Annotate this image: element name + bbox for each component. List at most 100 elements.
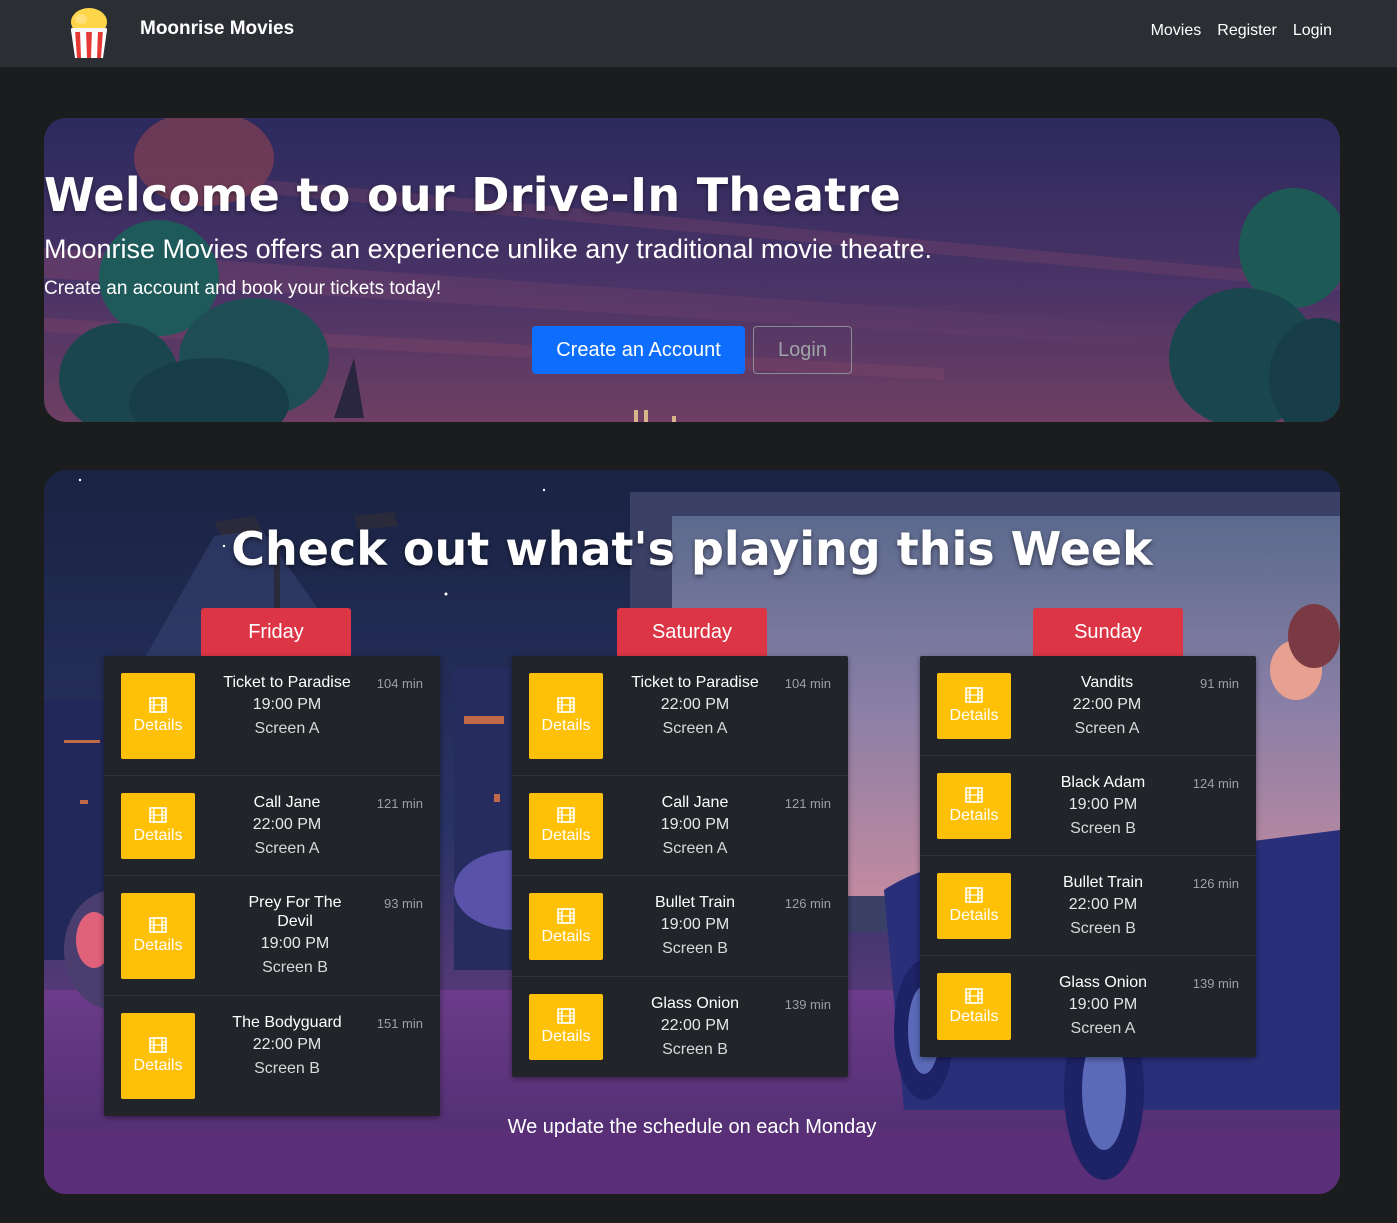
- nav-register-link[interactable]: Register: [1217, 22, 1277, 40]
- hero-tagline: Create an account and book your tickets …: [44, 278, 442, 299]
- movie-info: Prey For The Devil 19:00 PM Screen B: [230, 893, 360, 979]
- details-button[interactable]: Details: [121, 793, 195, 859]
- film-icon: [965, 987, 983, 1004]
- popcorn-icon[interactable]: [66, 6, 112, 60]
- movie-row: Details Bullet Train 22:00 PM Screen B 1…: [920, 856, 1256, 956]
- film-icon: [149, 697, 167, 713]
- brand-name[interactable]: Moonrise Movies: [140, 18, 294, 40]
- movie-title: Black Adam: [1060, 774, 1146, 791]
- movie-title: The Bodyguard: [232, 1014, 342, 1031]
- movie-title: Vandits: [1080, 674, 1134, 691]
- details-label: Details: [133, 937, 183, 954]
- details-label: Details: [541, 827, 591, 844]
- movie-row: Details Glass Onion 19:00 PM Screen A 13…: [920, 956, 1256, 1057]
- details-button[interactable]: Details: [529, 673, 603, 759]
- details-button[interactable]: Details: [937, 973, 1011, 1040]
- movie-time: 19:00 PM: [1068, 796, 1138, 813]
- hero-login-button[interactable]: Login: [753, 326, 852, 374]
- movie-title: Glass Onion: [650, 995, 740, 1012]
- movie-title: Prey For The Devil: [248, 894, 342, 930]
- movie-time: 22:00 PM: [660, 696, 730, 713]
- details-button[interactable]: Details: [529, 994, 603, 1060]
- film-icon: [149, 1037, 167, 1053]
- movie-screen: Screen A: [1074, 720, 1140, 737]
- movie-screen: Screen B: [662, 1041, 728, 1058]
- movie-info: Bullet Train 19:00 PM Screen B: [630, 893, 760, 960]
- details-label: Details: [949, 907, 999, 924]
- details-button[interactable]: Details: [937, 873, 1011, 939]
- film-icon: [557, 1008, 575, 1024]
- details-button[interactable]: Details: [937, 673, 1011, 739]
- movie-duration: 104 min: [784, 676, 831, 691]
- movie-screen: Screen B: [262, 959, 328, 976]
- movie-time: 19:00 PM: [660, 816, 730, 833]
- create-account-button[interactable]: Create an Account: [532, 326, 745, 374]
- movie-screen: Screen B: [1070, 820, 1136, 837]
- details-label: Details: [541, 1028, 591, 1045]
- details-label: Details: [949, 1007, 999, 1025]
- details-button[interactable]: Details: [121, 1013, 195, 1099]
- movie-row: Details The Bodyguard 22:00 PM Screen B …: [104, 996, 440, 1116]
- film-icon: [557, 697, 575, 713]
- movie-time: 22:00 PM: [252, 816, 322, 833]
- movie-screen: Screen A: [662, 720, 728, 737]
- movie-duration: 151 min: [376, 1016, 423, 1031]
- movie-info: Glass Onion 22:00 PM Screen B: [630, 994, 760, 1061]
- day-card-saturday: Details Ticket to Paradise 22:00 PM Scre…: [512, 656, 848, 1077]
- movie-row: Details Prey For The Devil 19:00 PM Scre…: [104, 876, 440, 996]
- details-button[interactable]: Details: [937, 773, 1011, 839]
- day-card-sunday: Details Vandits 22:00 PM Screen A 91 min…: [920, 656, 1256, 1057]
- movie-screen: Screen B: [662, 940, 728, 957]
- details-label: Details: [541, 927, 591, 945]
- hero-background-image: [44, 118, 1340, 422]
- film-icon: [149, 807, 167, 823]
- movie-row: Details Ticket to Paradise 22:00 PM Scre…: [512, 656, 848, 776]
- details-label: Details: [949, 707, 999, 724]
- movie-info: Ticket to Paradise 19:00 PM Screen A: [222, 673, 352, 740]
- movie-time: 22:00 PM: [252, 1036, 322, 1053]
- hero-banner: Welcome to our Drive-In Theatre Moonrise…: [44, 118, 1340, 422]
- film-icon: [557, 807, 575, 823]
- details-label: Details: [133, 827, 183, 844]
- movie-info: Ticket to Paradise 22:00 PM Screen A: [630, 673, 760, 740]
- movie-time: 19:00 PM: [260, 935, 330, 952]
- schedule-update-note: We update the schedule on each Monday: [507, 1116, 877, 1138]
- details-label: Details: [541, 717, 591, 734]
- details-label: Details: [949, 807, 999, 824]
- schedule-section: Check out what's playing this Week Frida…: [44, 470, 1340, 1194]
- movie-screen: Screen B: [254, 1060, 320, 1077]
- movie-time: 22:00 PM: [1068, 896, 1138, 913]
- movie-time: 19:00 PM: [252, 696, 322, 713]
- nav-login-link[interactable]: Login: [1293, 22, 1332, 40]
- movie-duration: 93 min: [383, 896, 423, 911]
- film-icon: [149, 917, 167, 933]
- navbar: Moonrise Movies Movies Register Login: [0, 0, 1397, 68]
- movie-title: Ticket to Paradise: [223, 674, 351, 691]
- movie-row: Details Black Adam 19:00 PM Screen B 124…: [920, 756, 1256, 856]
- movie-row: Details Glass Onion 22:00 PM Screen B 13…: [512, 977, 848, 1077]
- movie-duration: 139 min: [1192, 976, 1239, 991]
- day-tab-friday: Friday: [201, 608, 351, 656]
- movie-screen: Screen A: [662, 840, 728, 857]
- details-button[interactable]: Details: [529, 893, 603, 960]
- movie-duration: 126 min: [784, 896, 831, 911]
- details-button[interactable]: Details: [529, 793, 603, 859]
- details-button[interactable]: Details: [121, 673, 195, 759]
- movie-duration: 126 min: [1192, 876, 1239, 891]
- movie-screen: Screen A: [254, 720, 320, 737]
- nav-movies-link[interactable]: Movies: [1151, 22, 1202, 40]
- film-icon: [557, 907, 575, 924]
- movie-info: Vandits 22:00 PM Screen A: [1042, 673, 1172, 740]
- details-label: Details: [133, 717, 183, 734]
- movie-row: Details Vandits 22:00 PM Screen A 91 min: [920, 656, 1256, 756]
- details-button[interactable]: Details: [121, 893, 195, 979]
- movie-row: Details Call Jane 22:00 PM Screen A 121 …: [104, 776, 440, 876]
- movie-info: The Bodyguard 22:00 PM Screen B: [222, 1013, 352, 1080]
- movie-row: Details Bullet Train 19:00 PM Screen B 1…: [512, 876, 848, 977]
- movie-info: Call Jane 22:00 PM Screen A: [222, 793, 352, 860]
- movie-duration: 139 min: [784, 997, 831, 1012]
- film-icon: [965, 687, 983, 703]
- movie-title: Bullet Train: [654, 894, 736, 911]
- schedule-title: Check out what's playing this Week: [231, 522, 1153, 576]
- hero-title: Welcome to our Drive-In Theatre: [44, 168, 902, 222]
